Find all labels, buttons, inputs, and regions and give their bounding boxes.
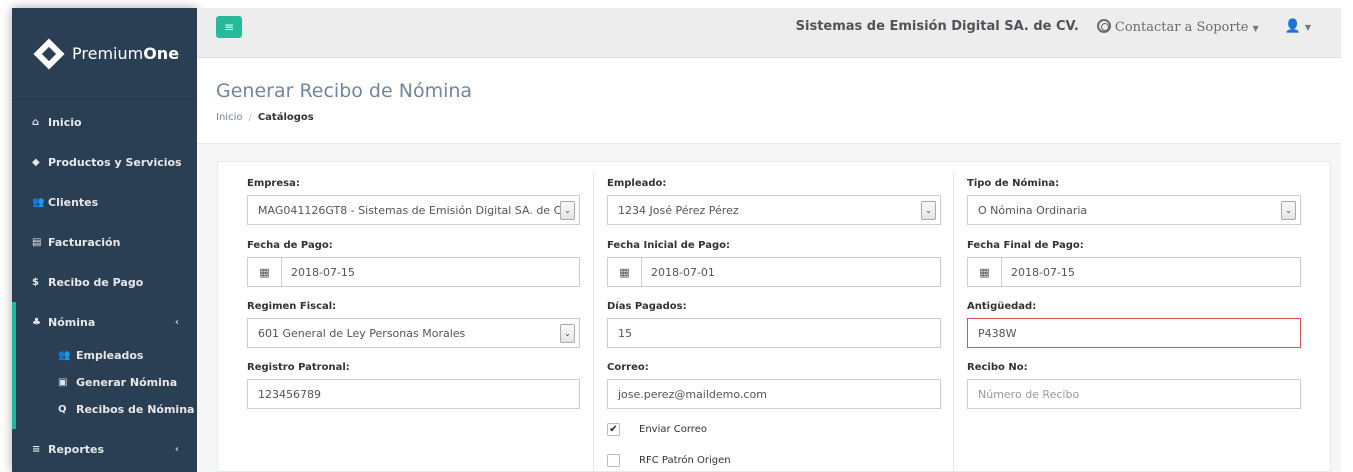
chevron-left-icon: ‹ (174, 316, 179, 328)
recibo-label: Recibo No: (967, 362, 1028, 373)
chevron-down-icon: ⌄ (560, 324, 575, 343)
brand-name: PremiumOne (72, 44, 180, 63)
fecha-pago-label: Fecha de Pago: (247, 240, 333, 251)
chevron-down-icon: ⌄ (560, 201, 575, 220)
sidebar-item-reportes[interactable]: ≡ Reportes ‹ (12, 429, 197, 469)
users-icon: 👥 (58, 350, 71, 361)
page-header: Generar Recibo de Nómina Inicio / Catálogo… (197, 58, 1341, 144)
check-icon: ✔ (607, 423, 620, 436)
column-divider (593, 172, 594, 472)
support-label: Contactar a Soporte (1114, 19, 1249, 35)
calendar-icon: ▦ (608, 258, 642, 286)
sidebar-item-label: Facturación (48, 235, 121, 249)
rfc-origen-label: RFC Patrón Origen (639, 455, 731, 466)
sidebar-subitem-recibos-nomina[interactable]: Q Recibos de Nómina (16, 396, 197, 423)
sidebar-item-label: Reportes (48, 442, 105, 456)
sidebar-group-nomina: ♣ Nómina ‹ 👥 Empleados ▣ Generar Nómina … (12, 302, 197, 429)
registro-label: Registro Patronal: (247, 362, 350, 373)
caret-down-icon: ▼ (1252, 23, 1259, 33)
home-icon: ⌂ (32, 116, 40, 128)
calendar-icon: ▦ (248, 258, 282, 286)
sidebar-subitem-label: Generar Nómina (76, 376, 178, 389)
sidebar-item-label: Nómina (48, 315, 96, 329)
lifebuoy-icon (1096, 18, 1111, 33)
calendar-icon: ▦ (968, 258, 1002, 286)
search-icon: Q (58, 404, 67, 415)
breadcrumb-current: Catálogos (257, 112, 314, 123)
sidebar: PremiumOne ⌂ Inicio ◆ Productos y Servic… (12, 8, 197, 472)
sidebar-item-clientes[interactable]: 👥 Clientes (12, 182, 197, 222)
list-icon: ≡ (32, 443, 41, 455)
sidebar-item-recibo-pago[interactable]: $ Recibo de Pago (12, 262, 197, 302)
tag-icon: ◆ (32, 156, 40, 168)
company-name: Sistemas de Emisión Digital SA. de CV. (795, 19, 1079, 34)
regimen-label: Regimen Fiscal: (247, 301, 337, 312)
fecha-inicial-field[interactable]: ▦ 2018-07-01 (607, 257, 941, 287)
brand-logo-icon (33, 37, 65, 70)
sitemap-icon: ♣ (32, 316, 41, 328)
correo-input[interactable]: jose.perez@maildemo.com (607, 379, 941, 409)
checkbox-box (607, 454, 620, 467)
user-icon: 👤 (1284, 19, 1301, 34)
enviar-correo-checkbox[interactable]: ✔ Enviar Correo (607, 423, 707, 436)
dollar-icon: $ (32, 276, 39, 288)
users-icon: 👥 (32, 196, 45, 208)
sidebar-subitem-label: Recibos de Nómina (76, 403, 195, 416)
sidebar-item-label: Clientes (48, 195, 99, 209)
chevron-left-icon: ‹ (174, 443, 179, 455)
rfc-origen-checkbox[interactable]: RFC Patrón Origen (607, 454, 731, 467)
dias-pagados-input[interactable]: 15 (607, 318, 941, 348)
menu-toggle-button[interactable]: ≡ (216, 15, 242, 38)
fecha-final-label: Fecha Final de Pago: (967, 240, 1084, 251)
recibo-no-input[interactable]: Número de Recibo (967, 379, 1301, 409)
hamburger-icon: ≡ (223, 19, 235, 34)
correo-label: Correo: (607, 362, 649, 373)
user-menu[interactable]: 👤 ▼ (1285, 19, 1311, 34)
antiguedad-input[interactable]: P438W (967, 318, 1301, 348)
support-dropdown[interactable]: Contactar a Soporte ▼ (1096, 18, 1259, 35)
brand[interactable]: PremiumOne (12, 8, 197, 100)
breadcrumb: Inicio / Catálogos (216, 112, 314, 123)
caret-down-icon: ▼ (1304, 23, 1311, 32)
regimen-select[interactable]: 601 General de Ley Personas Morales ⌄ (247, 318, 580, 348)
top-navbar: ≡ Sistemas de Emisión Digital SA. de CV.… (197, 8, 1341, 58)
sidebar-item-facturacion[interactable]: ▤ Facturación (12, 222, 197, 262)
sidebar-subitem-generar-nomina[interactable]: ▣ Generar Nómina (16, 369, 197, 396)
page-title: Generar Recibo de Nómina (216, 80, 473, 102)
column-divider (953, 172, 954, 472)
file-icon: ▣ (58, 377, 68, 388)
antiguedad-label: Antigüedad: (967, 301, 1037, 312)
empresa-select[interactable]: MAG041126GT8 - Sistemas de Emisión Digit… (247, 195, 580, 225)
breadcrumb-home[interactable]: Inicio (216, 112, 242, 123)
recibo-placeholder: Número de Recibo (978, 387, 1080, 401)
sidebar-item-nomina[interactable]: ♣ Nómina ‹ (16, 302, 197, 342)
tipo-nomina-select[interactable]: O Nómina Ordinaria ⌄ (967, 195, 1301, 225)
sidebar-item-label: Recibo de Pago (48, 275, 144, 289)
enviar-correo-label: Enviar Correo (639, 424, 707, 435)
fecha-final-field[interactable]: ▦ 2018-07-15 (967, 257, 1301, 287)
empleado-select[interactable]: 1234 José Pérez Pérez ⌄ (607, 195, 941, 225)
chevron-down-icon: ⌄ (1281, 201, 1296, 220)
fecha-pago-field[interactable]: ▦ 2018-07-15 (247, 257, 580, 287)
dias-label: Días Pagados: (607, 301, 687, 312)
chevron-down-icon: ⌄ (921, 201, 936, 220)
tipo-nomina-label: Tipo de Nómina: (967, 178, 1060, 189)
empleado-label: Empleado: (607, 178, 667, 189)
sidebar-item-label: Productos y Servicios (48, 155, 182, 169)
sidebar-item-label: Inicio (48, 115, 82, 129)
file-icon: ▤ (32, 236, 42, 248)
sidebar-item-productos[interactable]: ◆ Productos y Servicios (12, 142, 197, 182)
empresa-label: Empresa: (247, 178, 300, 189)
sidebar-subitem-label: Empleados (76, 349, 144, 362)
registro-patronal-input[interactable]: 123456789 (247, 379, 580, 409)
sidebar-item-inicio[interactable]: ⌂ Inicio (12, 102, 197, 142)
fecha-inicial-label: Fecha Inicial de Pago: (607, 240, 731, 251)
sidebar-subitem-empleados[interactable]: 👥 Empleados (16, 342, 197, 369)
